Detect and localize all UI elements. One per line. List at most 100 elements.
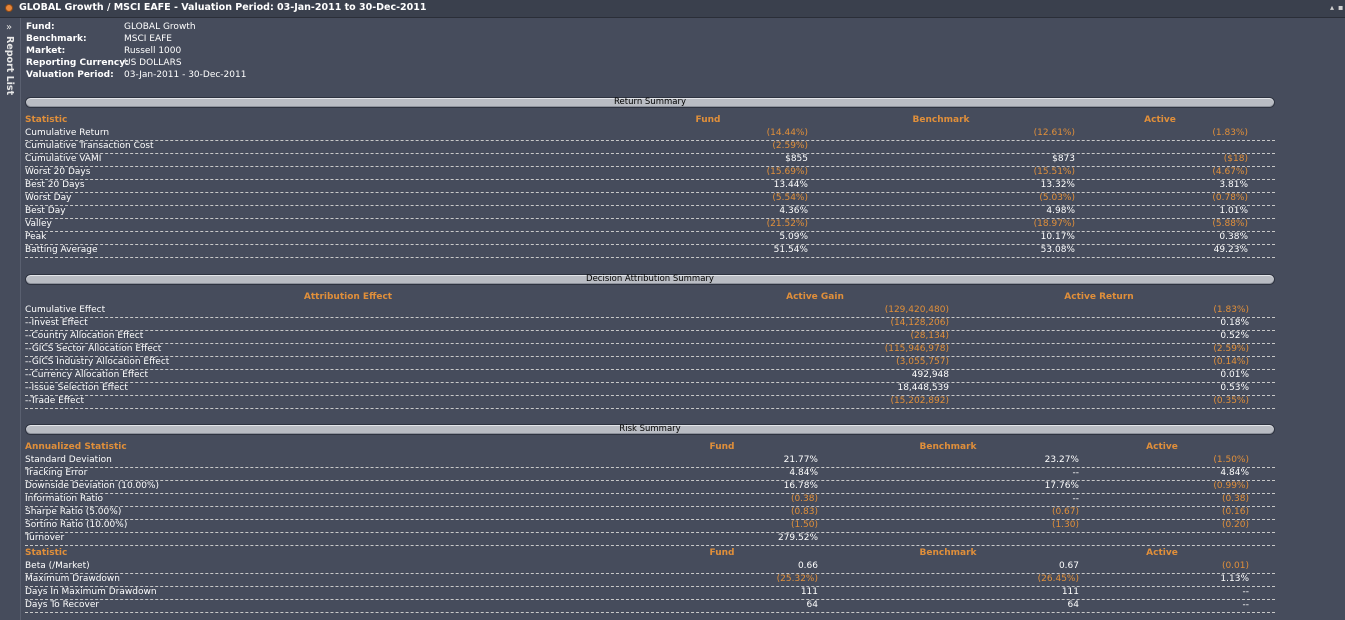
benchmark-value: (26.45%): [1037, 574, 1079, 584]
active-return-header: Active Return: [1064, 292, 1134, 302]
active-gain-value: 492,948: [911, 370, 949, 380]
info-key: Benchmark:: [26, 34, 87, 44]
row-label: Worst Day: [25, 193, 72, 203]
pin-icon[interactable]: ▴: [1330, 3, 1334, 13]
benchmark-value: (18.97%): [1033, 219, 1075, 229]
risk-summary-banner: Risk Summary: [25, 424, 1275, 435]
active-gain-value: (14,128,206): [890, 318, 949, 328]
active-value: --: [1242, 587, 1250, 597]
report-list-panel[interactable]: » Report List: [0, 18, 21, 620]
table-row: Information Ratio (0.38) -- (0.38): [25, 493, 1275, 507]
benchmark-value: (15.51%): [1033, 167, 1075, 177]
table-row: --Issue Selection Effect 18,448,539 0.53%: [25, 382, 1275, 396]
active-value: (0.01): [1221, 561, 1249, 571]
statistic-header: Statistic: [25, 115, 68, 125]
active-return-value: 0.53%: [1220, 383, 1249, 393]
active-gain-value: (15,202,892): [890, 396, 949, 406]
table-row: Worst Day (5.54%) (5.03%) (0.78%): [25, 192, 1275, 206]
benchmark-value: (0.67): [1051, 507, 1079, 517]
attribution-effect-header: Attribution Effect: [303, 292, 393, 302]
table-row: Best Day 4.36% 4.98% 1.01%: [25, 205, 1275, 219]
benchmark-value: (12.61%): [1033, 128, 1075, 138]
row-label: --Invest Effect: [25, 318, 88, 328]
decision-attribution-banner: Decision Attribution Summary: [25, 274, 1275, 285]
row-label: Tracking Error: [25, 468, 88, 478]
table-row: Beta (/Market) 0.66 0.67 (0.01): [25, 560, 1275, 574]
row-label: Peak: [25, 232, 47, 242]
active-value: (1.50%): [1213, 455, 1249, 465]
fund-value: 279.52%: [777, 533, 818, 543]
table-row: Downside Deviation (10.00%) 16.78% 17.76% (…: [25, 480, 1275, 494]
table-row: Batting Average 51.54% 53.08% 49.23%: [25, 244, 1275, 258]
table-row: Maximum Drawdown (25.32%) (26.45%) 1.13%: [25, 573, 1275, 587]
benchmark-header: Benchmark: [912, 115, 970, 125]
active-value: (5.88%): [1212, 219, 1248, 229]
row-label: Beta (/Market): [25, 561, 90, 571]
row-label: Maximum Drawdown: [25, 574, 120, 584]
row-label: --Country Allocation Effect: [25, 331, 144, 341]
fund-value: 4.84%: [789, 468, 818, 478]
row-label: Days To Recover: [25, 600, 100, 610]
table-row: Cumulative Return (14.44%) (12.61%) (1.83%): [25, 127, 1275, 141]
row-label: --GICS Sector Allocation Effect: [25, 344, 162, 354]
active-header: Active: [1146, 548, 1178, 558]
return-summary-banner: Return Summary: [25, 97, 1275, 108]
active-gain-value: (28,134): [910, 331, 949, 341]
fund-value: (15.69%): [766, 167, 808, 177]
info-value: US DOLLARS: [124, 58, 182, 68]
row-label: Best Day: [25, 206, 66, 216]
active-value: (0.38): [1221, 494, 1249, 504]
benchmark-header: Benchmark: [919, 548, 977, 558]
row-label: Days In Maximum Drawdown: [25, 587, 157, 597]
table-row: Cumulative VAMI $855 $873 ($18): [25, 153, 1275, 167]
active-gain-value: (115,946,978): [884, 344, 949, 354]
active-value: --: [1242, 600, 1250, 610]
active-value: 3.81%: [1219, 180, 1248, 190]
benchmark-value: 13.32%: [1040, 180, 1075, 190]
benchmark-value: 23.27%: [1044, 455, 1079, 465]
active-value: ($18): [1223, 154, 1248, 164]
benchmark-value: (5.03%): [1039, 193, 1075, 203]
benchmark-value: 53.08%: [1040, 245, 1075, 255]
fund-header: Fund: [709, 548, 735, 558]
fund-value: 21.77%: [783, 455, 818, 465]
fund-value: (1.50): [790, 520, 818, 530]
row-label: Cumulative VAMI: [25, 154, 102, 164]
row-label: Cumulative Return: [25, 128, 110, 138]
benchmark-value: 0.67: [1058, 561, 1079, 571]
window-status-icon[interactable]: [5, 4, 13, 12]
info-value: MSCI EAFE: [124, 34, 172, 44]
row-label: Best 20 Days: [25, 180, 85, 190]
active-value: (1.83%): [1212, 128, 1248, 138]
active-gain-value: 18,448,539: [897, 383, 949, 393]
fund-value: 51.54%: [773, 245, 808, 255]
active-return-value: 0.52%: [1220, 331, 1249, 341]
active-value: (4.67%): [1212, 167, 1248, 177]
active-header: Active: [1144, 115, 1176, 125]
report-list-label[interactable]: Report List: [4, 36, 15, 95]
benchmark-header: Benchmark: [919, 442, 977, 452]
table-row: Standard Deviation 21.77% 23.27% (1.50%): [25, 454, 1275, 468]
table-row: --Country Allocation Effect (28,134) 0.52%: [25, 330, 1275, 344]
active-return-value: 0.18%: [1220, 318, 1249, 328]
benchmark-value: 10.17%: [1040, 232, 1075, 242]
row-label: --GICS Industry Allocation Effect: [25, 357, 170, 367]
benchmark-value: --: [1072, 494, 1080, 504]
active-value: 1.13%: [1220, 574, 1249, 584]
active-value: 4.84%: [1220, 468, 1249, 478]
benchmark-value: 64: [1067, 600, 1079, 610]
table-row: Days In Maximum Drawdown 111 111 --: [25, 586, 1275, 600]
fund-header: Fund: [709, 442, 735, 452]
row-label: Batting Average: [25, 245, 98, 255]
benchmark-value: 4.98%: [1046, 206, 1075, 216]
fund-value: (14.44%): [766, 128, 808, 138]
fund-value: $855: [785, 154, 808, 164]
row-label: --Currency Allocation Effect: [25, 370, 149, 380]
active-value: (0.20): [1221, 520, 1249, 530]
expand-chevron-icon[interactable]: »: [6, 22, 12, 33]
close-icon[interactable]: ▪: [1338, 3, 1343, 13]
fund-value: 16.78%: [783, 481, 818, 491]
info-key: Market:: [26, 46, 66, 56]
fund-value: 4.36%: [779, 206, 808, 216]
window-title: GLOBAL Growth / MSCI EAFE - Valuation Pe…: [19, 2, 427, 13]
